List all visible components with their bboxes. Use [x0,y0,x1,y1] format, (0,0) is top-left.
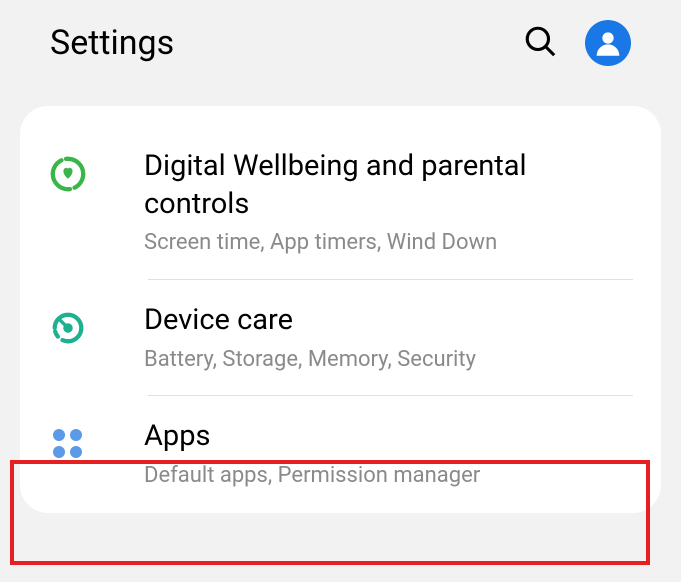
search-button[interactable] [523,24,557,62]
item-title: Device care [144,302,633,340]
item-subtitle: Battery, Storage, Memory, Security [144,346,633,375]
item-text: Device care Battery, Storage, Memory, Se… [144,302,633,374]
device-care-icon [48,308,88,348]
settings-item-apps[interactable]: Apps Default apps, Permission manager [20,396,661,512]
search-icon [523,24,557,58]
item-text: Digital Wellbeing and parental controls … [144,148,633,258]
settings-item-device-care[interactable]: Device care Battery, Storage, Memory, Se… [20,280,661,396]
item-subtitle: Default apps, Permission manager [144,462,633,491]
wellbeing-icon [48,154,88,194]
person-icon [591,26,625,60]
settings-list: Digital Wellbeing and parental controls … [20,106,661,513]
account-avatar[interactable] [585,20,631,66]
apps-icon [48,424,88,464]
item-text: Apps Default apps, Permission manager [144,418,633,490]
page-title: Settings [50,23,174,63]
settings-header: Settings [0,0,681,106]
item-title: Digital Wellbeing and parental controls [144,148,633,223]
item-subtitle: Screen time, App timers, Wind Down [144,229,633,258]
item-title: Apps [144,418,633,456]
header-actions [523,20,631,66]
settings-item-digital-wellbeing[interactable]: Digital Wellbeing and parental controls … [20,126,661,280]
